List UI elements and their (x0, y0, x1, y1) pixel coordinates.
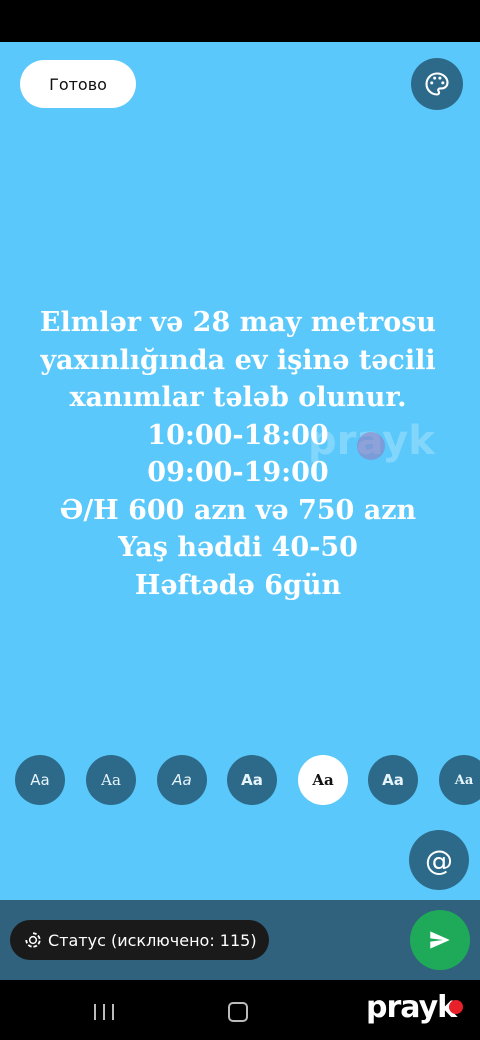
font-option-6[interactable]: Aa (368, 755, 418, 805)
story-line: Elmlər və 28 may metrosu (39, 307, 437, 338)
status-bar (0, 0, 480, 42)
mention-button[interactable]: @ (409, 830, 469, 890)
color-palette-button[interactable] (411, 58, 463, 110)
font-option-2[interactable]: Aa (86, 755, 136, 805)
logo-dot (449, 1000, 463, 1014)
done-button[interactable]: Готово (20, 60, 136, 108)
send-icon (430, 931, 450, 949)
story-line: Ə/H 600 azn və 750 azn (59, 494, 417, 526)
watermark-dot (357, 432, 385, 460)
story-line: Yaş həddi 40-50 (118, 532, 358, 563)
logo-text: prayk (366, 990, 457, 1025)
font-option-5-selected[interactable]: Aa (298, 755, 348, 805)
recent-apps-icon[interactable] (94, 1004, 114, 1020)
status-audience-button[interactable]: Статус (исключено: 115) (10, 920, 269, 960)
status-ring-icon (24, 931, 42, 949)
font-option-3[interactable]: Aa (157, 755, 207, 805)
home-icon[interactable] (228, 1002, 248, 1022)
at-icon: @ (425, 843, 453, 877)
story-line: yaxınlığında ev işinə təcili (40, 344, 436, 376)
story-line: Həftədə 6gün (134, 569, 342, 601)
font-style-selector: Aa Aa Aa Aa Aa Aa Aa (0, 755, 480, 805)
send-button[interactable] (410, 910, 470, 970)
story-line: xanımlar tələb olunur. (69, 382, 407, 413)
palette-icon (425, 72, 449, 96)
font-option-7[interactable]: Aa (439, 755, 480, 805)
font-option-1[interactable]: Aa (15, 755, 65, 805)
status-label: Статус (исключено: 115) (48, 930, 257, 950)
font-option-4[interactable]: Aa (227, 755, 277, 805)
